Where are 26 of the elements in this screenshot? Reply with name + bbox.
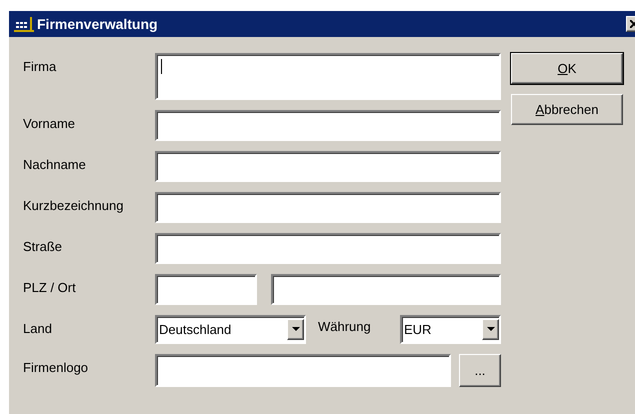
input-field[interactable] [155,233,501,264]
field-label: PLZ / Ort [23,279,77,297]
input-field[interactable] [155,110,501,141]
dropdown-value: EUR [404,320,432,339]
field-label: Vorname [23,115,76,133]
field-label: Nachname [23,156,87,174]
app-icon [14,16,34,32]
field-label: Straße [23,238,64,256]
dropdown-value: Deutschland [159,320,232,339]
input-field[interactable] [271,274,501,305]
field-label: Kurzbezeichnung [23,197,124,215]
browse-button[interactable]: ... [459,354,501,387]
window-title: Firmenverwaltung [37,14,158,34]
input-field[interactable] [155,151,501,182]
dialog-button[interactable]: Abbrechen [511,94,623,125]
text-area[interactable] [155,53,501,100]
field-label: Land [23,320,53,338]
field-label: Währung [318,318,372,336]
input-field[interactable] [155,192,501,223]
field-label: Firma [23,58,58,76]
field-label: Firmenlogo [23,359,90,377]
input-field[interactable] [155,274,257,305]
dialog-button[interactable]: OK [511,53,623,84]
input-field[interactable] [155,354,451,387]
dropdown-field[interactable]: EUR [400,315,501,344]
dropdown-field[interactable]: Deutschland [155,315,306,344]
